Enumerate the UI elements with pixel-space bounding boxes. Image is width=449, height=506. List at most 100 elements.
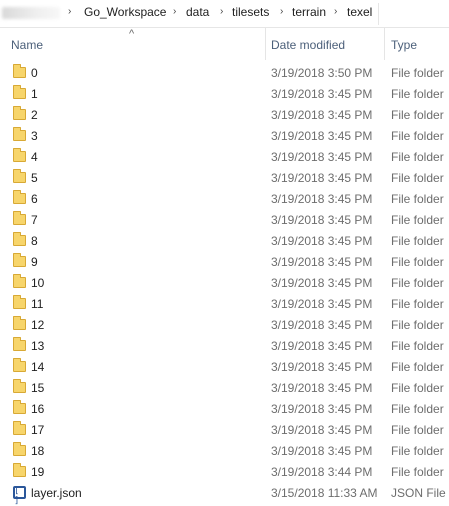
file-date-modified: 3/19/2018 3:45 PM bbox=[271, 108, 373, 122]
folder-icon bbox=[13, 442, 26, 456]
file-row[interactable]: 11 3/19/2018 3:45 PM File folder bbox=[0, 293, 449, 314]
chevron-right-icon[interactable]: › bbox=[334, 6, 337, 17]
file-row[interactable]: 10 3/19/2018 3:45 PM File folder bbox=[0, 272, 449, 293]
file-name: 9 bbox=[31, 255, 38, 269]
file-name: 4 bbox=[31, 150, 38, 164]
file-row[interactable]: 3 3/19/2018 3:45 PM File folder bbox=[0, 125, 449, 146]
file-type: File folder bbox=[391, 213, 444, 227]
file-date-modified: 3/19/2018 3:45 PM bbox=[271, 339, 373, 353]
folder-icon bbox=[13, 379, 26, 393]
file-type: File folder bbox=[391, 381, 444, 395]
file-type: File folder bbox=[391, 402, 444, 416]
file-name: 7 bbox=[31, 213, 38, 227]
file-date-modified: 3/19/2018 3:45 PM bbox=[271, 402, 373, 416]
chevron-right-icon[interactable]: › bbox=[280, 6, 283, 17]
file-row[interactable]: 7 3/19/2018 3:45 PM File folder bbox=[0, 209, 449, 230]
file-date-modified: 3/19/2018 3:45 PM bbox=[271, 192, 373, 206]
file-name: 15 bbox=[31, 381, 45, 395]
chevron-right-icon[interactable]: › bbox=[173, 6, 176, 17]
file-name: 14 bbox=[31, 360, 45, 374]
file-name: 6 bbox=[31, 192, 38, 206]
folder-icon bbox=[13, 274, 26, 288]
breadcrumb-texel[interactable]: texel bbox=[347, 5, 372, 19]
file-row[interactable]: layer.json 3/15/2018 11:33 AM JSON File bbox=[0, 482, 449, 506]
folder-icon bbox=[13, 295, 26, 309]
file-type: File folder bbox=[391, 297, 444, 311]
file-date-modified: 3/19/2018 3:45 PM bbox=[271, 360, 373, 374]
file-date-modified: 3/19/2018 3:45 PM bbox=[271, 150, 373, 164]
blurred-path-segment bbox=[2, 7, 60, 19]
sort-ascending-icon: ^ bbox=[129, 28, 135, 40]
file-date-modified: 3/19/2018 3:45 PM bbox=[271, 423, 373, 437]
file-row[interactable]: 0 3/19/2018 3:50 PM File folder bbox=[0, 62, 449, 83]
file-date-modified: 3/19/2018 3:45 PM bbox=[271, 276, 373, 290]
breadcrumb-data[interactable]: data bbox=[186, 5, 209, 19]
file-type: File folder bbox=[391, 318, 444, 332]
file-name: 2 bbox=[31, 108, 38, 122]
column-divider[interactable] bbox=[265, 28, 266, 60]
file-type: File folder bbox=[391, 129, 444, 143]
chevron-right-icon[interactable]: › bbox=[68, 6, 71, 17]
file-row[interactable]: 1 3/19/2018 3:45 PM File folder bbox=[0, 83, 449, 104]
file-type: File folder bbox=[391, 66, 444, 80]
file-row[interactable]: 4 3/19/2018 3:45 PM File folder bbox=[0, 146, 449, 167]
file-date-modified: 3/19/2018 3:45 PM bbox=[271, 213, 373, 227]
file-row[interactable]: 9 3/19/2018 3:45 PM File folder bbox=[0, 251, 449, 272]
folder-icon bbox=[13, 148, 26, 162]
file-row[interactable]: 5 3/19/2018 3:45 PM File folder bbox=[0, 167, 449, 188]
file-row[interactable]: 16 3/19/2018 3:45 PM File folder bbox=[0, 398, 449, 419]
file-type: File folder bbox=[391, 360, 444, 374]
file-row[interactable]: 2 3/19/2018 3:45 PM File folder bbox=[0, 104, 449, 125]
file-type: File folder bbox=[391, 171, 444, 185]
breadcrumb-go-workspace[interactable]: Go_Workspace bbox=[84, 5, 166, 19]
file-type: File folder bbox=[391, 108, 444, 122]
file-name: 10 bbox=[31, 276, 45, 290]
file-name: 12 bbox=[31, 318, 45, 332]
folder-icon bbox=[13, 64, 26, 78]
file-date-modified: 3/15/2018 11:33 AM bbox=[271, 486, 378, 500]
address-bar-divider bbox=[378, 3, 379, 25]
file-row[interactable]: 18 3/19/2018 3:45 PM File folder bbox=[0, 440, 449, 461]
file-row[interactable]: 17 3/19/2018 3:45 PM File folder bbox=[0, 419, 449, 440]
file-row[interactable]: 14 3/19/2018 3:45 PM File folder bbox=[0, 356, 449, 377]
file-type: JSON File bbox=[391, 486, 446, 500]
folder-icon bbox=[13, 337, 26, 351]
file-name: 5 bbox=[31, 171, 38, 185]
breadcrumb-tilesets[interactable]: tilesets bbox=[232, 5, 269, 19]
address-bar[interactable]: › Go_Workspace › data › tilesets › terra… bbox=[0, 0, 449, 28]
file-name: layer.json bbox=[31, 486, 82, 500]
file-date-modified: 3/19/2018 3:45 PM bbox=[271, 297, 373, 311]
column-header-date-modified[interactable]: Date modified bbox=[271, 38, 345, 52]
column-header-row: ^ Name Date modified Type bbox=[0, 28, 449, 60]
column-header-name[interactable]: Name bbox=[11, 38, 43, 52]
file-name: 13 bbox=[31, 339, 45, 353]
column-header-type[interactable]: Type bbox=[391, 38, 417, 52]
file-type: File folder bbox=[391, 192, 444, 206]
folder-icon bbox=[13, 232, 26, 246]
file-row[interactable]: 13 3/19/2018 3:45 PM File folder bbox=[0, 335, 449, 356]
file-name: 11 bbox=[31, 297, 44, 311]
file-name: 17 bbox=[31, 423, 45, 437]
file-row[interactable]: 8 3/19/2018 3:45 PM File folder bbox=[0, 230, 449, 251]
file-type: File folder bbox=[391, 339, 444, 353]
file-type: File folder bbox=[391, 234, 444, 248]
file-date-modified: 3/19/2018 3:45 PM bbox=[271, 171, 373, 185]
file-type: File folder bbox=[391, 444, 444, 458]
file-row[interactable]: 15 3/19/2018 3:45 PM File folder bbox=[0, 377, 449, 398]
file-row[interactable]: 12 3/19/2018 3:45 PM File folder bbox=[0, 314, 449, 335]
file-name: 1 bbox=[31, 87, 38, 101]
json-file-icon bbox=[13, 486, 26, 506]
folder-icon bbox=[13, 106, 26, 120]
file-date-modified: 3/19/2018 3:44 PM bbox=[271, 465, 373, 479]
folder-icon bbox=[13, 463, 26, 477]
folder-icon bbox=[13, 211, 26, 225]
column-divider[interactable] bbox=[384, 28, 385, 60]
file-row[interactable]: 6 3/19/2018 3:45 PM File folder bbox=[0, 188, 449, 209]
chevron-right-icon[interactable]: › bbox=[220, 6, 223, 17]
folder-icon bbox=[13, 85, 26, 99]
file-date-modified: 3/19/2018 3:45 PM bbox=[271, 318, 373, 332]
file-row[interactable]: 19 3/19/2018 3:44 PM File folder bbox=[0, 461, 449, 482]
folder-icon bbox=[13, 127, 26, 141]
breadcrumb-terrain[interactable]: terrain bbox=[292, 5, 326, 19]
file-date-modified: 3/19/2018 3:45 PM bbox=[271, 234, 373, 248]
